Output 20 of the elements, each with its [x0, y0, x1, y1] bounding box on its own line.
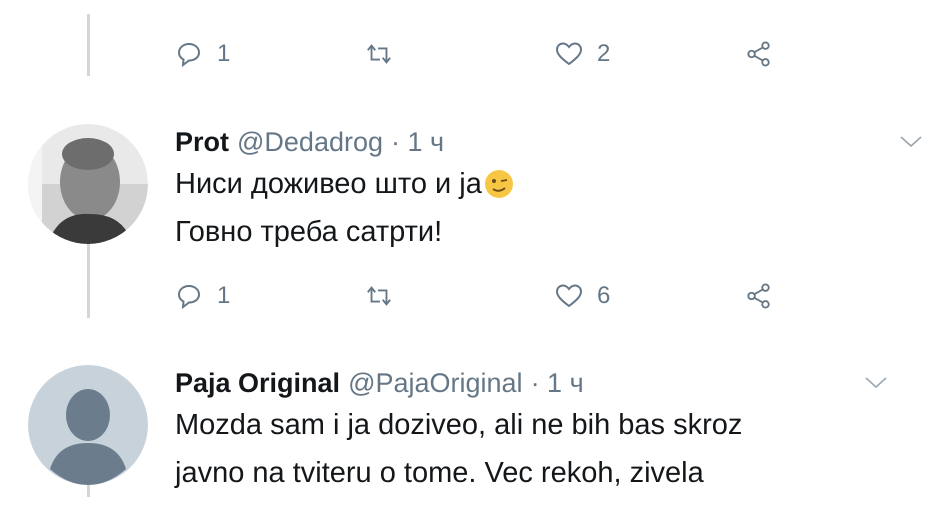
like-count: 2: [597, 40, 610, 68]
reply-icon[interactable]: [175, 41, 203, 67]
user-handle[interactable]: @PajaOriginal: [348, 368, 523, 398]
user-name[interactable]: Prot: [175, 126, 229, 158]
reply-count: 1: [217, 40, 230, 68]
user-handle[interactable]: @Dedadrog: [237, 126, 383, 158]
heart-icon[interactable]: [555, 41, 583, 67]
heart-icon[interactable]: [555, 283, 583, 309]
reply-icon[interactable]: [175, 283, 203, 309]
like-count: 6: [597, 282, 610, 310]
tweet-text: javno na tviteru o tome. Vec rekoh, zivela: [175, 456, 704, 491]
tweet-text: Mozda sam i ja doziveo, ali ne bih bas skroz: [175, 408, 742, 443]
tweet-text: Ниси доживео што и ја: [175, 167, 482, 202]
reply-count: 1: [217, 282, 230, 310]
chevron-down-icon[interactable]: [864, 376, 888, 390]
chevron-down-icon[interactable]: [899, 135, 923, 149]
tweet-text: Говно треба сатрти!: [175, 215, 442, 250]
tweet-time[interactable]: · 1 ч: [530, 368, 584, 398]
tweet-time[interactable]: · 1 ч: [391, 126, 444, 158]
user-name[interactable]: Paja Original: [175, 368, 340, 398]
